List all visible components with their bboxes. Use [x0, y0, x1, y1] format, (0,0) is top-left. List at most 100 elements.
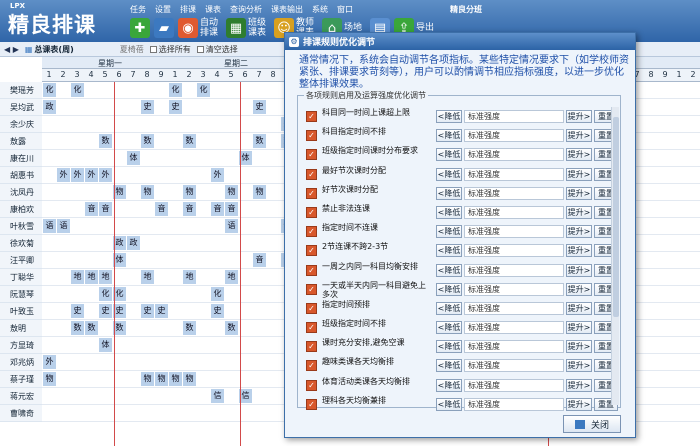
toolbar-button[interactable]: ▰ [154, 17, 174, 39]
menu-item[interactable]: 系统 [312, 4, 328, 15]
teacher-name[interactable]: 阮慧琴 [0, 286, 42, 303]
lesson-cell[interactable]: 物 [183, 185, 196, 199]
decrease-button[interactable]: <降低 [436, 244, 462, 258]
rule-checkbox[interactable]: ✓ [306, 187, 317, 199]
lesson-cell[interactable]: 史 [71, 304, 84, 318]
decrease-button[interactable]: <降低 [436, 186, 462, 200]
clear-selection-check[interactable]: 清空选择 [196, 44, 238, 55]
rule-checkbox[interactable]: ✓ [306, 283, 317, 295]
lesson-cell[interactable]: 化 [197, 83, 210, 97]
lesson-cell[interactable]: 物 [225, 185, 238, 199]
decrease-button[interactable]: <降低 [436, 225, 462, 239]
lesson-cell[interactable]: 化 [99, 287, 112, 301]
decrease-button[interactable]: <降低 [436, 129, 462, 143]
toolbar-button[interactable]: ▦ 班级课表 [226, 17, 270, 39]
rule-checkbox[interactable]: ✓ [306, 379, 317, 391]
schedule-tab[interactable]: ▦ 总课表(周) [25, 44, 74, 55]
lesson-cell[interactable]: 地 [141, 270, 154, 284]
lesson-cell[interactable]: 音 [85, 202, 98, 216]
decrease-button[interactable]: <降低 [436, 205, 462, 219]
menu-item[interactable]: 设置 [155, 4, 171, 15]
lesson-cell[interactable]: 语 [43, 219, 56, 233]
teacher-name[interactable]: 徐欢菊 [0, 235, 42, 252]
lesson-cell[interactable]: 数 [253, 134, 266, 148]
lesson-cell[interactable]: 数 [183, 134, 196, 148]
strength-field[interactable]: 标准强度 [464, 225, 564, 239]
decrease-button[interactable]: <降低 [436, 110, 462, 123]
menu-item[interactable]: 窗口 [337, 4, 353, 15]
lesson-cell[interactable]: 体 [127, 151, 140, 165]
menu-item[interactable]: 课表 [205, 4, 221, 15]
rule-checkbox[interactable]: ✓ [306, 130, 317, 142]
lesson-cell[interactable]: 地 [71, 270, 84, 284]
increase-button[interactable]: 提升> [566, 301, 592, 315]
toolbar-button[interactable]: ◉ 自动排课 [178, 17, 222, 39]
lesson-cell[interactable]: 物 [253, 185, 266, 199]
strength-field[interactable]: 标准强度 [464, 321, 564, 335]
lesson-cell[interactable]: 史 [141, 100, 154, 114]
strength-field[interactable]: 标准强度 [464, 129, 564, 143]
decrease-button[interactable]: <降低 [436, 282, 462, 296]
strength-field[interactable]: 标准强度 [464, 263, 564, 277]
lesson-cell[interactable]: 数 [71, 321, 84, 335]
increase-button[interactable]: 提升> [566, 263, 592, 277]
lesson-cell[interactable]: 数 [141, 134, 154, 148]
rule-checkbox[interactable]: ✓ [306, 341, 317, 353]
rules-scrollbar[interactable] [611, 107, 619, 405]
toolbar-button[interactable]: ✚ [130, 17, 150, 39]
teacher-name[interactable]: 康在川 [0, 150, 42, 167]
rule-checkbox[interactable]: ✓ [306, 245, 317, 257]
increase-button[interactable]: 提升> [566, 397, 592, 411]
lesson-cell[interactable]: 语 [225, 219, 238, 233]
rule-checkbox[interactable]: ✓ [306, 111, 317, 122]
decrease-button[interactable]: <降低 [436, 340, 462, 354]
lesson-cell[interactable]: 信 [211, 389, 224, 403]
teacher-name[interactable]: 余少庆 [0, 116, 42, 133]
lesson-cell[interactable]: 数 [225, 321, 238, 335]
increase-button[interactable]: 提升> [566, 359, 592, 373]
lesson-cell[interactable]: 化 [211, 287, 224, 301]
rule-checkbox[interactable]: ✓ [306, 206, 317, 218]
lesson-cell[interactable]: 外 [211, 168, 224, 182]
nav-arrows[interactable]: ◀ ▶ [4, 45, 19, 54]
lesson-cell[interactable]: 史 [99, 304, 112, 318]
increase-button[interactable]: 提升> [566, 378, 592, 392]
teacher-name[interactable]: 叶致玉 [0, 303, 42, 320]
lesson-cell[interactable]: 数 [99, 134, 112, 148]
lesson-cell[interactable]: 物 [155, 372, 168, 386]
decrease-button[interactable]: <降低 [436, 321, 462, 335]
strength-field[interactable]: 标准强度 [464, 244, 564, 258]
decrease-button[interactable]: <降低 [436, 148, 462, 162]
increase-button[interactable]: 提升> [566, 186, 592, 200]
rule-checkbox[interactable]: ✓ [306, 168, 317, 180]
decrease-button[interactable]: <降低 [436, 378, 462, 392]
strength-field[interactable]: 标准强度 [464, 186, 564, 200]
strength-field[interactable]: 标准强度 [464, 359, 564, 373]
decrease-button[interactable]: <降低 [436, 301, 462, 315]
lesson-cell[interactable]: 史 [155, 304, 168, 318]
rule-checkbox[interactable]: ✓ [306, 398, 317, 410]
teacher-name[interactable]: 吴均武 [0, 99, 42, 116]
increase-button[interactable]: 提升> [566, 244, 592, 258]
strength-field[interactable]: 标准强度 [464, 378, 564, 392]
lesson-cell[interactable]: 史 [211, 304, 224, 318]
teacher-name[interactable]: 胡惠书 [0, 167, 42, 184]
rule-checkbox[interactable]: ✓ [306, 149, 317, 161]
lesson-cell[interactable]: 外 [57, 168, 70, 182]
lesson-cell[interactable]: 地 [99, 270, 112, 284]
teacher-name[interactable]: 敖明 [0, 320, 42, 337]
strength-field[interactable]: 标准强度 [464, 110, 564, 123]
menu-item[interactable]: 课表输出 [271, 4, 303, 15]
increase-button[interactable]: 提升> [566, 225, 592, 239]
lesson-cell[interactable]: 地 [85, 270, 98, 284]
lesson-cell[interactable]: 地 [183, 270, 196, 284]
strength-field[interactable]: 标准强度 [464, 167, 564, 181]
lesson-cell[interactable]: 音 [155, 202, 168, 216]
teacher-name[interactable]: 汪平卿 [0, 252, 42, 269]
lesson-cell[interactable]: 化 [43, 83, 56, 97]
scrollbar-thumb[interactable] [613, 117, 619, 317]
rule-checkbox[interactable]: ✓ [306, 264, 317, 276]
menu-item[interactable]: 任务 [130, 4, 146, 15]
strength-field[interactable]: 标准强度 [464, 397, 564, 411]
decrease-button[interactable]: <降低 [436, 359, 462, 373]
